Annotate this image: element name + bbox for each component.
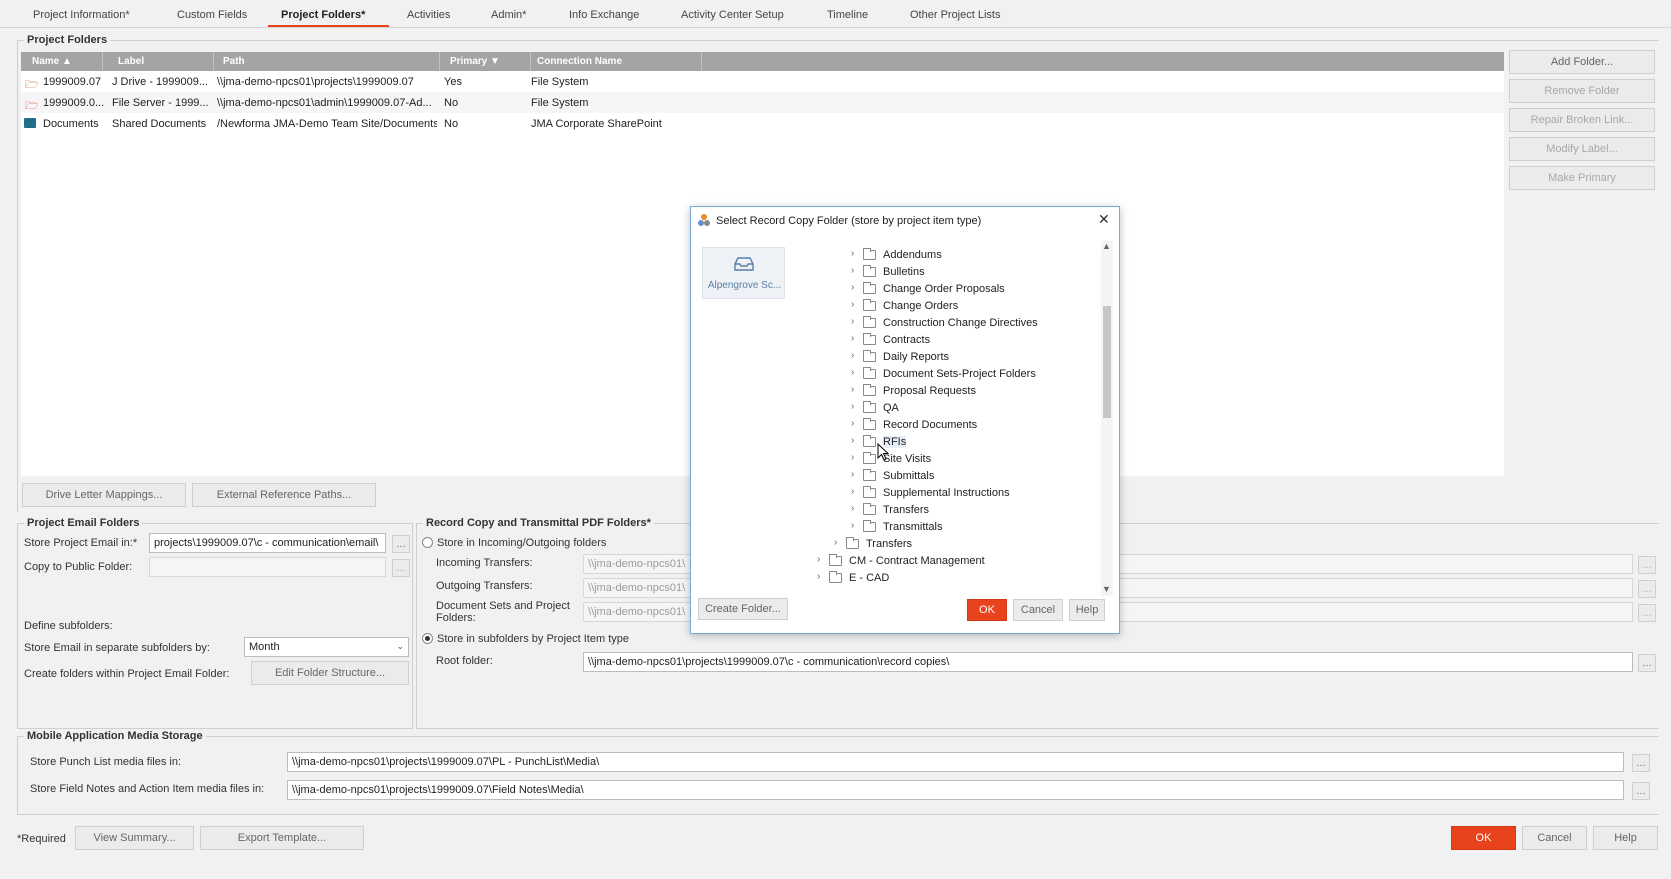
add-folder-button[interactable]: Add Folder... bbox=[1509, 50, 1655, 74]
separate-subfolders-label: Store Email in separate subfolders by: bbox=[24, 642, 210, 654]
browse-public-button[interactable]: … bbox=[392, 559, 410, 577]
modify-label-button[interactable]: Modify Label... bbox=[1509, 137, 1655, 161]
docsets-label: Document Sets and Project Folders: bbox=[436, 600, 570, 624]
tree-scrollbar[interactable]: ▲ ▼ bbox=[1101, 241, 1113, 596]
tab-custom-fields[interactable]: Custom Fields bbox=[177, 9, 247, 21]
browse-field-notes-button[interactable]: … bbox=[1632, 782, 1650, 800]
incoming-outgoing-radio[interactable] bbox=[422, 537, 433, 548]
export-template-button[interactable]: Export Template... bbox=[200, 826, 364, 850]
table-row[interactable]: Documents Shared Documents /Newforma JMA… bbox=[21, 113, 1504, 134]
tab-project-information[interactable]: Project Information* bbox=[33, 9, 130, 21]
column-connection-name[interactable]: Connection Name bbox=[537, 56, 622, 67]
browse-outgoing-button[interactable]: … bbox=[1638, 580, 1656, 598]
view-summary-button[interactable]: View Summary... bbox=[75, 826, 194, 850]
chevron-down-icon: ⌄ bbox=[396, 641, 404, 651]
app-logo-icon bbox=[697, 213, 711, 227]
create-folders-label: Create folders within Project Email Fold… bbox=[24, 668, 230, 680]
mouse-cursor-icon bbox=[877, 442, 890, 461]
browse-root-button[interactable]: … bbox=[1638, 654, 1656, 672]
dialog-title: Select Record Copy Folder (store by proj… bbox=[716, 215, 982, 227]
item-type-label: Store in subfolders by Project Item type bbox=[437, 633, 629, 645]
email-folders-title: Project Email Folders bbox=[24, 517, 143, 529]
mobile-media-title: Mobile Application Media Storage bbox=[24, 730, 206, 742]
browse-email-button[interactable]: … bbox=[392, 535, 410, 553]
tab-project-folders[interactable]: Project Folders* bbox=[281, 9, 365, 21]
edit-folder-structure-button[interactable]: Edit Folder Structure... bbox=[251, 661, 409, 685]
remove-folder-button[interactable]: Remove Folder bbox=[1509, 79, 1655, 103]
dialog-ok-button[interactable]: OK bbox=[967, 599, 1007, 621]
root-folder-label: Root folder: bbox=[436, 655, 493, 667]
tab-timeline[interactable]: Timeline bbox=[827, 9, 868, 21]
table-row[interactable]: 🗁 1999009.07 J Drive - 1999009... \\jma-… bbox=[21, 71, 1504, 92]
required-note: *Required bbox=[17, 833, 66, 845]
ok-button[interactable]: OK bbox=[1451, 826, 1516, 850]
active-tab-indicator bbox=[268, 25, 389, 27]
repair-broken-link-button[interactable]: Repair Broken Link... bbox=[1509, 108, 1655, 132]
public-folder-input[interactable] bbox=[149, 557, 386, 577]
make-primary-button[interactable]: Make Primary bbox=[1509, 166, 1655, 190]
punch-list-label: Store Punch List media files in: bbox=[30, 756, 182, 768]
dialog-cancel-button[interactable]: Cancel bbox=[1013, 599, 1063, 621]
inbox-icon bbox=[733, 256, 755, 272]
scrollbar-thumb[interactable] bbox=[1103, 306, 1111, 418]
folder-tree: › Addendums › Bulletins › Change Order Prop… bbox=[817, 248, 1038, 584]
dialog-help-button[interactable]: Help bbox=[1069, 599, 1105, 621]
column-name[interactable]: Name ▲ bbox=[32, 56, 72, 67]
help-button[interactable]: Help bbox=[1593, 826, 1658, 850]
table-row[interactable]: 🗁 1999009.0... File Server - 1999... \\j… bbox=[21, 92, 1504, 113]
record-copy-title: Record Copy and Transmittal PDF Folders* bbox=[423, 517, 654, 529]
scroll-up-icon[interactable]: ▲ bbox=[1102, 241, 1111, 251]
create-folder-button[interactable]: Create Folder... bbox=[698, 598, 788, 620]
store-email-label: Store Project Email in:* bbox=[24, 537, 138, 549]
project-folders-title: Project Folders bbox=[24, 34, 111, 46]
store-email-input[interactable]: projects\1999009.07\c - communication\em… bbox=[149, 533, 386, 553]
side-location-item[interactable]: Alpengrove Sc... bbox=[702, 247, 785, 299]
tab-activities[interactable]: Activities bbox=[407, 9, 450, 21]
root-folder-input[interactable]: \\jma-demo-npcs01\projects\1999009.07\c … bbox=[583, 652, 1633, 672]
sharepoint-folder-icon bbox=[24, 118, 36, 128]
scroll-down-icon[interactable]: ▼ bbox=[1102, 584, 1111, 594]
public-folder-label: Copy to Public Folder: bbox=[24, 561, 133, 573]
browse-docsets-button[interactable]: … bbox=[1638, 604, 1656, 622]
outgoing-transfers-label: Outgoing Transfers: bbox=[436, 580, 533, 592]
column-path[interactable]: Path bbox=[223, 56, 245, 67]
folders-table-header: Name ▲ Label Path Primary ▼ Connection N… bbox=[21, 52, 1504, 71]
define-subfolders-label: Define subfolders: bbox=[24, 620, 113, 632]
column-label[interactable]: Label bbox=[118, 56, 144, 67]
item-type-radio[interactable] bbox=[422, 633, 433, 644]
drive-letter-mappings-button[interactable]: Drive Letter Mappings... bbox=[22, 483, 186, 507]
incoming-outgoing-label: Store in Incoming/Outgoing folders bbox=[437, 537, 607, 549]
cancel-button[interactable]: Cancel bbox=[1522, 826, 1587, 850]
tab-admin[interactable]: Admin* bbox=[491, 9, 526, 21]
tab-other-project-lists[interactable]: Other Project Lists bbox=[910, 9, 1000, 21]
tab-info-exchange[interactable]: Info Exchange bbox=[569, 9, 639, 21]
select-folder-dialog: Select Record Copy Folder (store by proj… bbox=[690, 206, 1120, 634]
external-reference-paths-button[interactable]: External Reference Paths... bbox=[192, 483, 376, 507]
mobile-media-group: Mobile Application Media Storage bbox=[17, 730, 1659, 815]
incoming-transfers-label: Incoming Transfers: bbox=[436, 557, 533, 569]
browse-incoming-button[interactable]: … bbox=[1638, 556, 1656, 574]
browse-punch-button[interactable]: … bbox=[1632, 754, 1650, 772]
tab-activity-center-setup[interactable]: Activity Center Setup bbox=[681, 9, 784, 21]
field-notes-label: Store Field Notes and Action Item media … bbox=[30, 783, 265, 795]
punch-list-input[interactable]: \\jma-demo-npcs01\projects\1999009.07\PL… bbox=[287, 752, 1624, 772]
subfolder-select[interactable]: Month ⌄ bbox=[244, 637, 409, 657]
column-primary[interactable]: Primary ▼ bbox=[450, 56, 500, 67]
field-notes-input[interactable]: \\jma-demo-npcs01\projects\1999009.07\Fi… bbox=[287, 780, 1624, 800]
close-icon[interactable]: ✕ bbox=[1098, 211, 1110, 228]
tab-bar: Project Information* Custom Fields Proje… bbox=[0, 0, 1671, 28]
